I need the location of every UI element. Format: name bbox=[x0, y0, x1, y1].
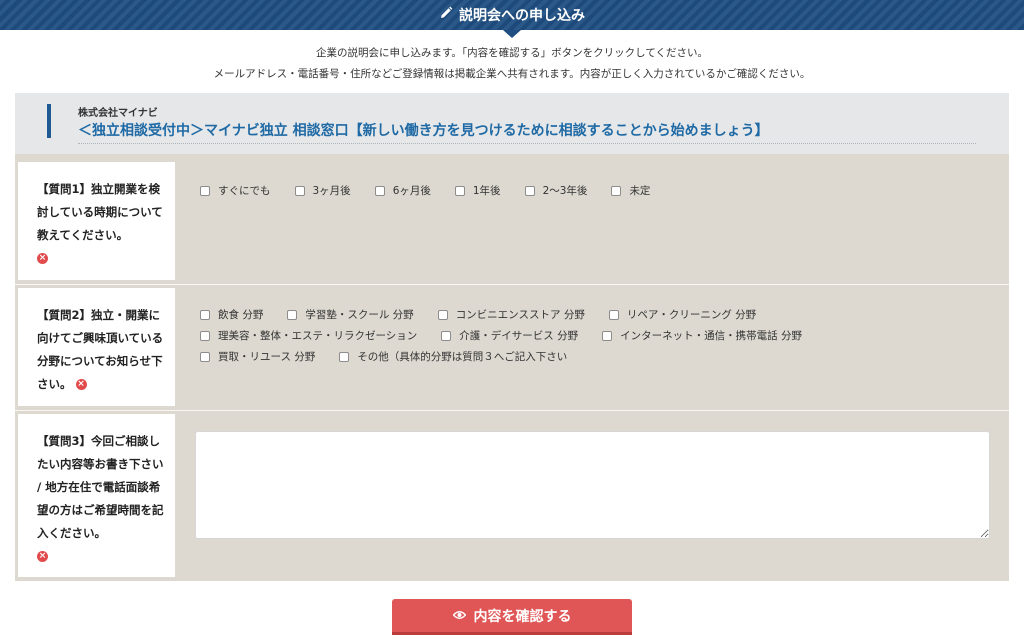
q2-option-repair-cleaning[interactable]: リペア・クリーニング 分野 bbox=[608, 307, 756, 322]
question-1-options: すぐにでも 3ヶ月後 6ヶ月後 1年後 2〜3年後 未定 bbox=[200, 180, 674, 201]
question-1-label: 【質問1】独立開業を検討している時期について教えてください。 × bbox=[18, 162, 175, 280]
q1-option-3months[interactable]: 3ヶ月後 bbox=[294, 183, 351, 198]
checkbox[interactable] bbox=[454, 185, 465, 196]
checkbox[interactable] bbox=[287, 309, 298, 320]
q1-option-1year[interactable]: 1年後 bbox=[454, 183, 501, 198]
checkbox[interactable] bbox=[602, 330, 613, 341]
checkbox[interactable] bbox=[374, 185, 385, 196]
required-icon: × bbox=[37, 551, 48, 562]
q2-option-school[interactable]: 学習塾・スクール 分野 bbox=[287, 307, 414, 322]
question-3-textarea[interactable] bbox=[195, 431, 990, 539]
q2-option-reuse[interactable]: 買取・リユース 分野 bbox=[200, 349, 315, 364]
question-2-label: 【質問2】独立・開業に向けてご興味頂いている分野についてお知らせ下さい。 × bbox=[18, 288, 175, 406]
checkbox[interactable] bbox=[611, 185, 622, 196]
question-form: 【質問1】独立開業を検討している時期について教えてください。 × すぐにでも 3… bbox=[15, 154, 1009, 581]
checkbox[interactable] bbox=[608, 309, 619, 320]
checkbox[interactable] bbox=[200, 351, 210, 362]
q1-option-undecided[interactable]: 未定 bbox=[611, 183, 650, 198]
q1-option-6months[interactable]: 6ヶ月後 bbox=[374, 183, 431, 198]
event-info-box: 株式会社マイナビ ＜独立相談受付中＞マイナビ独立 相談窓口【新しい働き方を見つけ… bbox=[15, 93, 1009, 154]
intro-text: 企業の説明会に申し込みます。「内容を確認する」ボタンをクリックしてください。 メ… bbox=[0, 43, 1024, 85]
row-divider bbox=[15, 284, 1009, 285]
page-header-title: 説明会への申し込み bbox=[459, 8, 585, 24]
checkbox[interactable] bbox=[524, 185, 535, 196]
pencil-icon bbox=[439, 6, 453, 24]
q2-option-internet[interactable]: インターネット・通信・携帯電話 分野 bbox=[602, 328, 802, 343]
q2-option-care[interactable]: 介護・デイサービス 分野 bbox=[441, 328, 578, 343]
question-2-options: 飲食 分野 学習塾・スクール 分野 コンビニエンスストア 分野 リペア・クリーニ… bbox=[200, 304, 826, 367]
question-3-text: 【質問3】今回ご相談したい内容等お書き下さい / 地方在住で電話面談希望の方はご… bbox=[37, 434, 164, 540]
q1-option-now[interactable]: すぐにでも bbox=[200, 183, 271, 198]
confirm-button-label: 内容を確認する bbox=[473, 608, 572, 625]
title-underline bbox=[78, 143, 976, 144]
page-header: 説明会への申し込み bbox=[439, 5, 585, 25]
q2-option-other[interactable]: その他（具体的分野は質問３へご記入下さい bbox=[339, 349, 567, 364]
checkbox[interactable] bbox=[200, 309, 210, 320]
header-notch bbox=[503, 30, 521, 38]
checkbox[interactable] bbox=[339, 351, 350, 362]
eye-icon bbox=[452, 608, 466, 624]
checkbox[interactable] bbox=[441, 330, 452, 341]
required-icon: × bbox=[37, 253, 48, 264]
q2-option-beauty[interactable]: 理美容・整体・エステ・リラクゼーション bbox=[200, 328, 417, 343]
intro-line-2: メールアドレス・電話番号・住所などご登録情報は掲載企業へ共有されます。内容が正し… bbox=[213, 68, 811, 80]
company-name: 株式会社マイナビ bbox=[78, 108, 158, 119]
required-icon: × bbox=[75, 379, 87, 390]
checkbox[interactable] bbox=[200, 330, 210, 341]
q2-option-convenience-store[interactable]: コンビニエンスストア 分野 bbox=[437, 307, 585, 322]
confirm-button[interactable]: 内容を確認する bbox=[392, 599, 632, 635]
question-3-label: 【質問3】今回ご相談したい内容等お書き下さい / 地方在住で電話面談希望の方はご… bbox=[18, 414, 175, 577]
accent-bar bbox=[47, 104, 51, 138]
q1-option-2-3years[interactable]: 2〜3年後 bbox=[524, 183, 587, 198]
page-header-bar: 説明会への申し込み bbox=[0, 0, 1024, 30]
question-2-text: 【質問2】独立・開業に向けてご興味頂いている分野についてお知らせ下さい。 bbox=[37, 308, 164, 391]
question-1-text: 【質問1】独立開業を検討している時期について教えてください。 bbox=[37, 182, 163, 242]
checkbox[interactable] bbox=[437, 309, 448, 320]
intro-line-1: 企業の説明会に申し込みます。「内容を確認する」ボタンをクリックしてください。 bbox=[315, 47, 709, 59]
q2-option-food[interactable]: 飲食 分野 bbox=[200, 307, 263, 322]
checkbox[interactable] bbox=[294, 185, 305, 196]
event-title: ＜独立相談受付中＞マイナビ独立 相談窓口【新しい働き方を見つけるために相談するこ… bbox=[78, 123, 769, 139]
row-divider bbox=[15, 410, 1009, 411]
checkbox[interactable] bbox=[200, 185, 210, 196]
